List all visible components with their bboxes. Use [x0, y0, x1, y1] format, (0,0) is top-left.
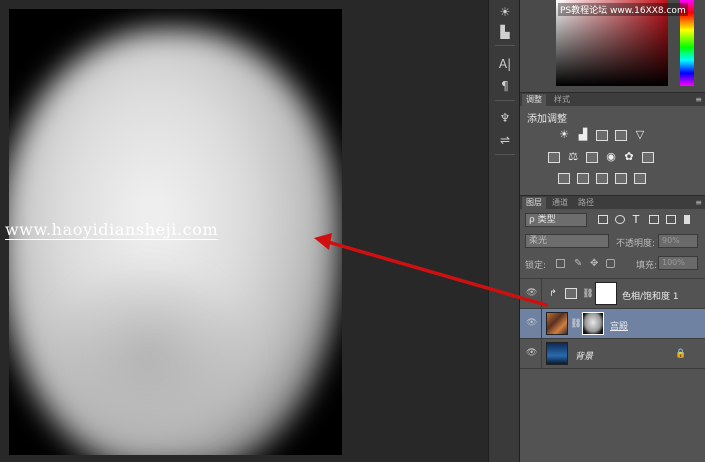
visibility-eye-icon[interactable]: 👁: [526, 349, 538, 358]
row-divider: [541, 309, 542, 339]
layers-empty-area: [520, 368, 705, 462]
exposure-icon[interactable]: [615, 130, 627, 141]
clipping-arrow-icon: ↱: [549, 289, 557, 299]
layer-name[interactable]: 背景: [575, 349, 593, 362]
vibrance-icon[interactable]: ▽: [633, 129, 647, 141]
watermark-text: www.haoyidiansheji.com: [5, 220, 219, 240]
smart-object-filter-icon[interactable]: [666, 215, 676, 224]
right-panels: PS教程论坛 www.16XX8.com 调整 样式 ≡ 添加调整 ☀ ▟ ▽ …: [520, 0, 705, 462]
blend-mode-select[interactable]: 柔光: [525, 234, 609, 248]
chain-link-icon[interactable]: ⛓: [581, 288, 595, 300]
layer-kind-select[interactable]: ρ 类型: [525, 213, 587, 227]
layer-name[interactable]: 宫殿: [610, 319, 628, 332]
lock-all-icon[interactable]: [606, 259, 615, 268]
fill-input[interactable]: 100%: [658, 256, 698, 270]
lock-transparent-icon[interactable]: [556, 259, 565, 268]
tab-paths[interactable]: 路径: [574, 197, 598, 210]
layer-name[interactable]: 色相/饱和度 1: [622, 289, 679, 302]
layer-row[interactable]: 👁 背景 🔒: [520, 338, 705, 369]
selective-color-icon[interactable]: [634, 173, 646, 184]
threshold-icon[interactable]: [596, 173, 608, 184]
fill-label: 填充:: [636, 261, 658, 271]
layer-row[interactable]: 👁 ↱ ⛓ 色相/饱和度 1: [520, 278, 705, 309]
character-icon[interactable]: A|: [495, 56, 515, 72]
histogram-icon[interactable]: ▙: [495, 24, 515, 40]
hue-saturation-icon[interactable]: [548, 152, 560, 163]
layer-mask-thumbnail[interactable]: [595, 282, 617, 305]
gradient-map-icon[interactable]: [615, 173, 627, 184]
site-credit: PS教程论坛 www.16XX8.com: [558, 3, 688, 16]
layer-row[interactable]: 👁 ⛓ 宫殿: [520, 308, 705, 339]
chain-link-icon[interactable]: ⛓: [569, 318, 583, 330]
visibility-eye-icon[interactable]: 👁: [526, 319, 538, 328]
type-filter-icon[interactable]: T: [629, 214, 643, 226]
blend-row: 柔光 不透明度: 90%: [520, 232, 705, 250]
tab-layers[interactable]: 图层: [522, 197, 546, 210]
brightness-icon[interactable]: ☀: [495, 4, 515, 20]
lock-icon: 🔒: [675, 349, 687, 359]
photo-filter-icon[interactable]: ◉: [604, 151, 618, 163]
panel-menu-icon[interactable]: ≡: [695, 95, 702, 104]
pixel-filter-icon[interactable]: [598, 215, 608, 224]
layer-filter-toolbar: ρ 类型 T: [520, 210, 705, 230]
dock-divider: [495, 45, 515, 46]
canvas-workspace[interactable]: www.haoyidiansheji.com: [0, 0, 488, 462]
curves-icon[interactable]: [596, 130, 608, 141]
adjustments-tab-row: 调整 样式 ≡: [520, 92, 705, 107]
lock-image-icon[interactable]: ✎: [574, 259, 583, 269]
layers-tab-row: 图层 通道 路径 ≡: [520, 195, 705, 210]
shape-filter-icon[interactable]: [649, 215, 659, 224]
tab-styles[interactable]: 样式: [550, 94, 574, 107]
invert-icon[interactable]: [558, 173, 570, 184]
layer-mask-thumbnail[interactable]: [582, 312, 604, 335]
color-panel: PS教程论坛 www.16XX8.com: [520, 0, 705, 92]
posterize-icon[interactable]: [577, 173, 589, 184]
lock-position-icon[interactable]: ✥: [590, 259, 599, 269]
panel-menu-icon[interactable]: ≡: [695, 198, 702, 207]
hue-saturation-layer-icon: [565, 288, 577, 299]
lock-label: 锁定:: [525, 261, 547, 271]
tool-presets-icon[interactable]: ♆: [495, 110, 515, 126]
row-divider: [541, 339, 542, 369]
panel-dock: ☀ ▙ A| ¶ ♆ ⇌: [488, 0, 520, 462]
brightness-contrast-icon[interactable]: ☀: [557, 129, 571, 141]
layer-thumbnail[interactable]: [546, 312, 568, 335]
color-balance-icon[interactable]: ⚖: [566, 151, 580, 163]
layer-thumbnail[interactable]: [546, 342, 568, 365]
dock-divider: [495, 154, 515, 155]
lock-row: 锁定: ✎ ✥ 填充: 100%: [520, 254, 705, 272]
paragraph-icon[interactable]: ¶: [495, 78, 515, 94]
blurred-mask-shadow: [39, 259, 259, 449]
visibility-eye-icon[interactable]: 👁: [526, 289, 538, 298]
row-divider: [541, 279, 542, 309]
levels-icon[interactable]: ▟: [576, 129, 590, 141]
properties-icon[interactable]: ⇌: [495, 132, 515, 148]
black-white-icon[interactable]: [586, 152, 598, 163]
opacity-input[interactable]: 90%: [658, 234, 698, 248]
tab-adjustments[interactable]: 调整: [522, 94, 546, 107]
tab-channels[interactable]: 通道: [548, 197, 572, 210]
color-lookup-icon[interactable]: [642, 152, 654, 163]
channel-mixer-icon[interactable]: ✿: [622, 151, 636, 163]
add-adjustment-title: 添加调整: [527, 114, 567, 125]
dock-divider: [495, 100, 515, 101]
adjustment-filter-icon[interactable]: [615, 215, 625, 224]
opacity-label: 不透明度:: [616, 239, 656, 249]
filter-toggle-icon[interactable]: [684, 215, 690, 224]
